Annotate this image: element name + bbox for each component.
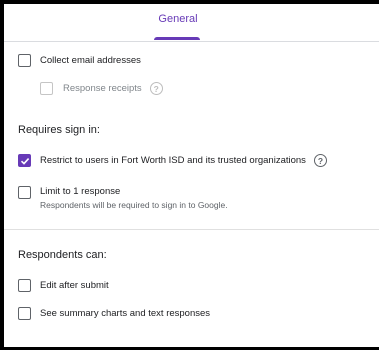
edit-after-submit-row[interactable]: Edit after submit	[18, 279, 109, 292]
help-icon[interactable]: ?	[313, 154, 327, 167]
response-receipts-row: Response receipts ?	[40, 82, 163, 95]
tab-general[interactable]: General	[144, 13, 212, 25]
limit-label: Limit to 1 response	[40, 186, 121, 197]
respondents-can-heading: Respondents can:	[18, 249, 107, 261]
collect-email-label: Collect email addresses	[40, 55, 141, 66]
help-icon[interactable]: ?	[149, 82, 163, 95]
restrict-label: Restrict to users in Fort Worth ISD and …	[40, 155, 306, 166]
requires-sign-in-heading: Requires sign in:	[18, 124, 100, 136]
response-receipts-checkbox	[40, 82, 53, 95]
restrict-checkbox[interactable]	[18, 154, 31, 167]
see-summary-row[interactable]: See summary charts and text responses	[18, 307, 210, 320]
response-receipts-label: Response receipts	[63, 83, 142, 94]
tab-bar: General	[4, 4, 379, 42]
limit-sublabel: Respondents will be required to sign in …	[40, 200, 228, 210]
restrict-row[interactable]: Restrict to users in Fort Worth ISD and …	[18, 154, 327, 167]
see-summary-label: See summary charts and text responses	[40, 308, 211, 319]
limit-row[interactable]: Limit to 1 response Respondents will be …	[18, 186, 228, 210]
edit-after-submit-label: Edit after submit	[40, 280, 109, 291]
edit-after-submit-checkbox[interactable]	[18, 279, 31, 292]
collect-email-checkbox[interactable]	[18, 54, 31, 67]
collect-email-row[interactable]: Collect email addresses	[18, 54, 141, 67]
settings-panel: General Collect email addresses Response…	[4, 4, 379, 347]
see-summary-checkbox[interactable]	[18, 307, 31, 320]
section-divider	[4, 229, 379, 230]
check-icon	[20, 157, 29, 165]
tab-active-indicator	[154, 37, 200, 40]
limit-checkbox[interactable]	[18, 186, 31, 199]
limit-text: Limit to 1 response Respondents will be …	[40, 186, 228, 210]
